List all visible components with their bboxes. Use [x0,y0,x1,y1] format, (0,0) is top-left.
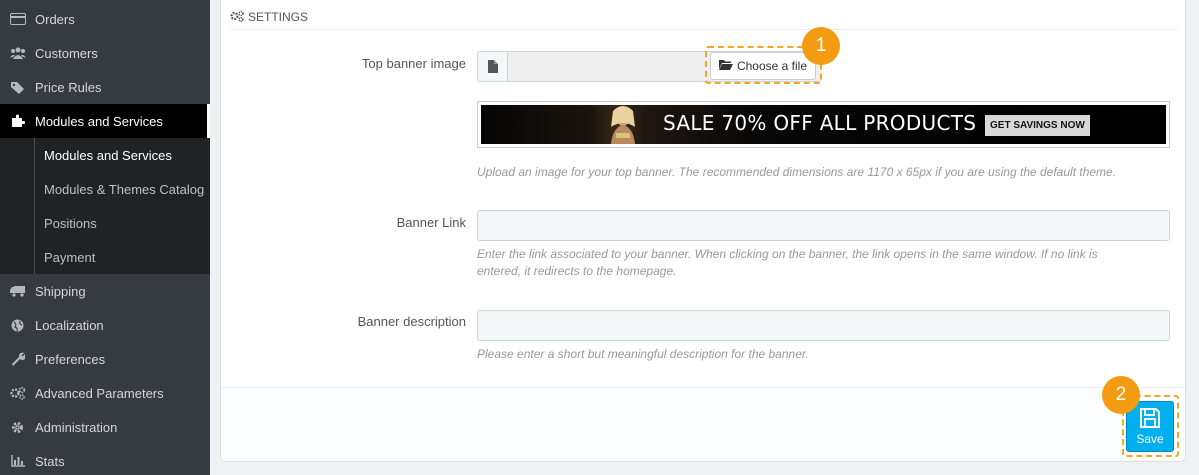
submenu-item-modules-and-services[interactable]: Modules and Services [44,138,172,172]
banner-link-input[interactable] [477,210,1170,241]
banner-description-input[interactable] [477,310,1170,341]
banner-preview: SALE 70% OFF ALL PRODUCTS GET SAVINGS NO… [477,101,1170,148]
banner-model-figure [611,106,635,144]
sidebar-item-customers[interactable]: Customers [0,36,210,70]
sidebar-item-shipping[interactable]: Shipping [0,274,210,308]
sidebar-item-advanced-parameters[interactable]: Advanced Parameters [0,376,210,410]
submenu-item-positions[interactable]: Positions [44,206,97,240]
top-banner-help: Upload an image for your top banner. The… [477,165,1117,179]
puzzle-icon [0,114,35,128]
sidebar: Orders Customers Price Rules Modules and… [0,0,210,475]
sidebar-item-localization[interactable]: Localization [0,308,210,342]
banner-description-help: Please enter a short but meaningful desc… [477,347,809,361]
sidebar-item-label: Preferences [35,351,106,367]
step1-badge: 1 [802,27,840,65]
settings-panel: SETTINGS Top banner image Choose a file … [220,0,1186,462]
banner-link-help-line2: entered, it redirects to the homepage. [477,264,677,278]
cogs-icon [0,386,35,400]
sidebar-item-label: Price Rules [35,79,102,95]
users-icon [0,47,35,59]
banner-cta-button: GET SAVINGS NOW [985,115,1090,136]
sidebar-item-stats[interactable]: Stats [0,444,210,475]
sidebar-item-label: Modules and Services [35,113,163,129]
sidebar-item-label: Stats [35,453,65,469]
tags-icon [0,81,35,94]
wrench-icon [0,352,35,366]
sidebar-item-label: Orders [35,11,75,27]
step2-badge: 2 [1102,376,1140,414]
banner-headline: SALE 70% OFF ALL PRODUCTS [663,111,977,135]
sidebar-item-label: Localization [35,317,104,333]
banner-link-label: Banner Link [396,215,466,230]
submenu-item-payment[interactable]: Payment [44,240,95,274]
file-icon [477,51,507,82]
gear-icon [0,421,35,434]
sidebar-item-label: Administration [35,419,118,435]
label-container: Banner Link [221,215,466,231]
sidebar-item-administration[interactable]: Administration [0,410,210,444]
panel-title: SETTINGS [248,10,309,24]
truck-icon [0,285,35,297]
panel-heading: SETTINGS [230,5,1178,30]
sidebar-item-label: Advanced Parameters [35,385,164,401]
label-container: Top banner image [221,56,466,72]
sidebar-item-label: Customers [35,45,98,61]
globe-icon [0,319,35,332]
cogs-icon [230,10,246,25]
sidebar-item-price-rules[interactable]: Price Rules [0,70,210,104]
bar-chart-icon [0,455,35,467]
credit-card-icon [0,13,35,25]
panel-footer [221,387,1185,461]
banner-description-label: Banner description [357,314,466,329]
sidebar-item-label: Shipping [35,283,86,299]
sidebar-submenu: Modules and Services Modules & Themes Ca… [0,138,210,274]
label-container: Banner description [221,314,466,330]
sidebar-item-preferences[interactable]: Preferences [0,342,210,376]
submenu-item-modules-themes-catalog[interactable]: Modules & Themes Catalog [44,172,204,206]
sidebar-item-modules[interactable]: Modules and Services [0,104,210,138]
submenu-divider [34,138,35,274]
sidebar-item-orders[interactable]: Orders [0,2,210,36]
top-banner-image-label: Top banner image [361,56,466,71]
banner-link-help-line1: Enter the link associated to your banner… [477,247,1098,261]
banner-image: SALE 70% OFF ALL PRODUCTS GET SAVINGS NO… [481,105,1166,144]
